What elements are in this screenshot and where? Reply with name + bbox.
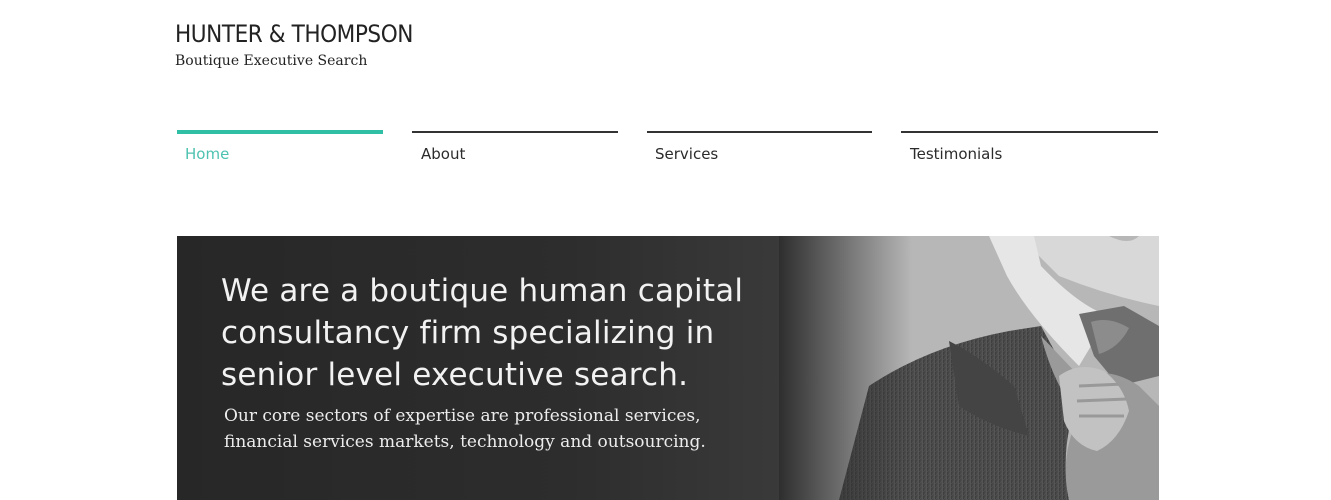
nav-item-label: Testimonials xyxy=(910,145,1003,163)
nav-item-about[interactable]: About xyxy=(412,131,618,171)
hero-headline: We are a boutique human capital consulta… xyxy=(221,273,744,393)
hero-image xyxy=(779,236,1159,500)
brand-title[interactable]: HUNTER & THOMPSON xyxy=(175,20,413,48)
nav-item-home[interactable]: Home xyxy=(177,130,383,170)
nav-item-label: About xyxy=(421,145,466,163)
hero-banner: We are a boutique human capital consulta… xyxy=(177,236,1159,500)
main-nav: Home About Services Testimonials xyxy=(0,130,1331,171)
brand-tagline: Boutique Executive Search xyxy=(175,53,368,69)
nav-item-testimonials[interactable]: Testimonials xyxy=(901,131,1158,171)
nav-item-label: Services xyxy=(655,145,719,163)
nav-item-services[interactable]: Services xyxy=(647,131,872,171)
nav-item-label: Home xyxy=(185,145,230,163)
hero-subtext: Our core sectors of expertise are profes… xyxy=(224,406,706,452)
